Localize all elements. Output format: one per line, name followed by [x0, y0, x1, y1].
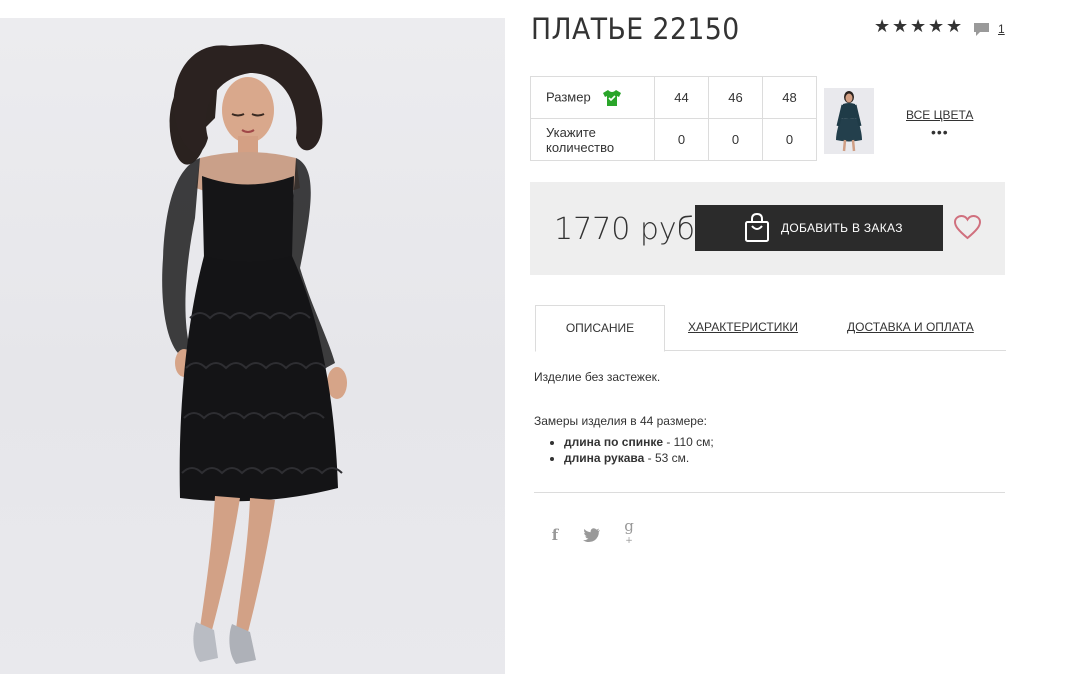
list-item: длина по спинке - 110 см;: [564, 434, 714, 450]
tab-characteristics[interactable]: ХАРАКТЕРИСТИКИ: [688, 305, 798, 349]
dress-model-image: [162, 44, 347, 664]
product-tabs: ОПИСАНИЕ ХАРАКТЕРИСТИКИ ДОСТАВКА И ОПЛАТ…: [535, 305, 1006, 352]
twitter-icon[interactable]: [583, 527, 601, 543]
favorite-heart-icon[interactable]: [954, 215, 981, 240]
star-icon[interactable]: ★: [892, 17, 909, 35]
star-icon[interactable]: ★: [928, 17, 945, 35]
facebook-icon[interactable]: f: [545, 526, 565, 544]
google-plus-icon[interactable]: g+: [619, 517, 639, 553]
measures-list: длина по спинке - 110 см; длина рукава -…: [534, 434, 714, 466]
color-thumbnail-image: [836, 91, 862, 152]
measure-name: длина по спинке: [564, 435, 664, 449]
product-photo[interactable]: [0, 18, 505, 674]
list-item: длина рукава - 53 см.: [564, 450, 714, 466]
measure-value: - 53 см.: [644, 451, 690, 465]
tab-delivery-payment[interactable]: ДОСТАВКА И ОПЛАТА: [847, 305, 974, 349]
star-icon[interactable]: ★: [946, 17, 963, 35]
size-44: 44: [654, 76, 709, 119]
star-icon[interactable]: ★: [910, 17, 927, 35]
buy-panel: 1770 руб ДОБАВИТЬ В ЗАКАЗ: [530, 182, 1005, 275]
product-title: ПЛАТЬЕ 22150: [531, 12, 740, 46]
comment-icon[interactable]: [973, 22, 990, 37]
star-icon[interactable]: ★: [874, 17, 891, 35]
size-label: Размер: [546, 88, 591, 104]
description-text: Изделие без застежек.: [534, 370, 661, 384]
size-48: 48: [762, 76, 817, 119]
measures-title: Замеры изделия в 44 размере:: [534, 414, 707, 428]
google-plus-label: g: [624, 517, 634, 535]
color-thumbnail[interactable]: [824, 88, 874, 154]
quantity-label: Укажите количество: [530, 118, 655, 161]
measure-name: длина рукава: [564, 451, 645, 465]
add-to-order-button[interactable]: ДОБАВИТЬ В ЗАКАЗ: [695, 205, 943, 251]
comments-count-link[interactable]: 1: [998, 22, 1005, 36]
quantity-input-44[interactable]: 0: [654, 118, 709, 161]
product-price: 1770 руб: [554, 212, 696, 247]
rating-stars[interactable]: ★ ★ ★ ★ ★: [874, 17, 963, 35]
tab-description[interactable]: ОПИСАНИЕ: [535, 305, 665, 352]
description-panel: Изделие без застежек. Замеры изделия в 4…: [534, 369, 714, 466]
size-label-cell: Размер: [530, 76, 655, 119]
quantity-input-46[interactable]: 0: [708, 118, 763, 161]
social-share: f g+: [545, 517, 639, 553]
size-table: Размер 44 46 48 Укажите количество 0 0 0: [530, 76, 817, 161]
quantity-input-48[interactable]: 0: [762, 118, 817, 161]
shopping-bag-icon: [745, 213, 769, 242]
size-row: Размер 44 46 48: [530, 76, 817, 119]
add-to-order-label: ДОБАВИТЬ В ЗАКАЗ: [781, 221, 903, 235]
quantity-row: Укажите количество 0 0 0: [530, 118, 817, 161]
more-colors-icon[interactable]: •••: [931, 124, 949, 140]
size-chart-icon[interactable]: [602, 89, 622, 107]
all-colors-link[interactable]: ВСЕ ЦВЕТА: [906, 108, 973, 122]
divider: [534, 492, 1005, 493]
size-46: 46: [708, 76, 763, 119]
measure-value: - 110 см;: [663, 435, 714, 449]
